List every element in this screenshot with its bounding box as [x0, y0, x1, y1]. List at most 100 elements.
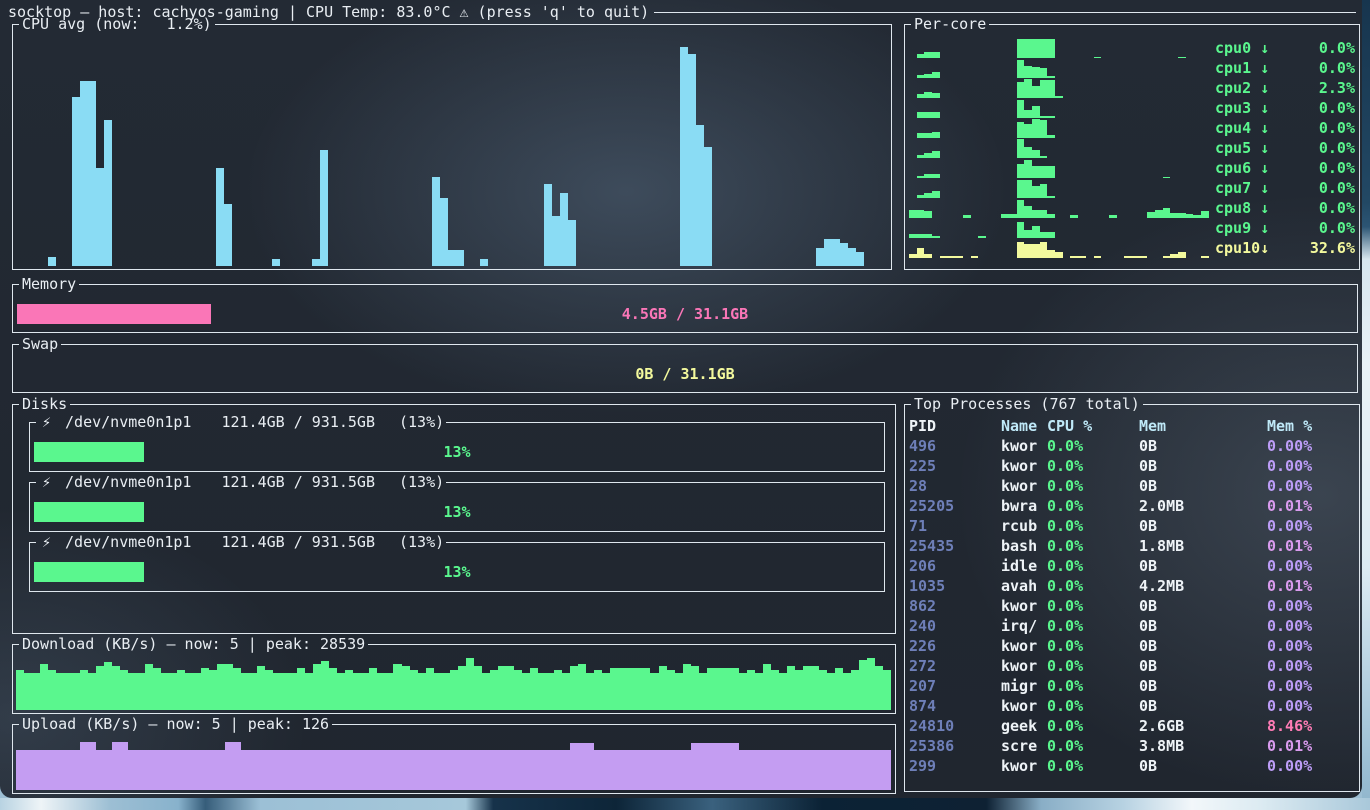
download-bar [482, 673, 490, 710]
download-bar [361, 673, 369, 710]
download-bar [699, 673, 707, 710]
core-label: cpu5 ↓0.0% [1209, 138, 1355, 158]
download-bar [875, 666, 883, 710]
core-history-bar [932, 191, 940, 198]
download-bar [353, 673, 361, 710]
upload-bar [811, 750, 819, 790]
core-name: cpu6 ↓ [1215, 158, 1269, 178]
upload-bar [337, 750, 345, 790]
process-pid: 226 [909, 636, 1001, 656]
cpu-history-bar [840, 243, 848, 266]
download-history-chart [16, 658, 892, 710]
core-history-bar [1017, 82, 1025, 98]
process-mem: 0B [1139, 676, 1267, 696]
disk-usage: 121.4GB / 931.5GB [221, 533, 375, 551]
upload-bar [522, 750, 530, 790]
core-name: cpu3 ↓ [1215, 98, 1269, 118]
disk-gauge-label: 13% [34, 562, 880, 582]
core-history-bar [1017, 100, 1025, 118]
core-history-bar [1040, 242, 1048, 258]
core-history-bar [1163, 256, 1171, 258]
upload-bar [120, 742, 128, 790]
upload-bar [329, 750, 337, 790]
process-row: 206idle0.0%0B0.00% [909, 556, 1355, 576]
download-bar [707, 668, 715, 710]
border-line [446, 542, 884, 543]
upload-bar [482, 750, 490, 790]
core-history-bar [1032, 67, 1040, 78]
upload-bar [442, 750, 450, 790]
download-bar [755, 673, 763, 710]
upload-panel-title-row: Upload (KB/s) — now: 5 | peak: 126 [13, 714, 895, 734]
upload-bar [626, 750, 634, 790]
process-name: geek [1001, 716, 1047, 736]
upload-bar [859, 750, 867, 790]
core-label: cpu6 ↓0.0% [1209, 158, 1355, 178]
core-history-bar [1017, 242, 1025, 258]
upload-bar [530, 750, 538, 790]
process-mem-pct: 0.00% [1267, 476, 1355, 496]
disk-usage-pct: (13%) [399, 533, 444, 551]
core-history-bar [1163, 208, 1171, 218]
download-bar [691, 666, 699, 710]
process-name: bwra [1001, 496, 1047, 516]
upload-bar [578, 743, 586, 790]
core-history-bar [1140, 256, 1148, 258]
upload-bar [48, 750, 56, 790]
upload-bar [321, 750, 329, 790]
download-bar [426, 668, 434, 710]
download-bar [48, 670, 56, 710]
core-history-chart [909, 218, 1209, 238]
per-core-title: Per-core [911, 15, 989, 33]
process-row: 1035avah0.0%4.2MB0.01% [909, 576, 1355, 596]
core-history-bar [1017, 39, 1025, 58]
download-bar [377, 673, 385, 710]
download-bar [369, 668, 377, 710]
core-history-bar [909, 210, 917, 218]
process-row: 225kwor0.0%0B0.00% [909, 456, 1355, 476]
upload-bar [450, 750, 458, 790]
terminal-window: socktop — host: cachyos-gaming | CPU Tem… [0, 0, 1362, 798]
core-history-bar [1024, 39, 1032, 58]
disk-usage-pct: (13%) [399, 473, 444, 491]
upload-bar [819, 750, 827, 790]
core-row: cpu6 ↓0.0% [909, 158, 1355, 178]
download-bar [835, 668, 843, 710]
download-bar [819, 670, 827, 710]
upload-bar [96, 750, 104, 790]
download-bar [442, 673, 450, 710]
disk-gauge: 13% [34, 442, 880, 462]
core-history-bar [1132, 256, 1140, 258]
process-mem: 1.8MB [1139, 536, 1267, 556]
cpu-history-bar [320, 150, 328, 266]
process-mem: 0B [1139, 436, 1267, 456]
core-row: cpu3 ↓0.0% [909, 98, 1355, 118]
download-bar [586, 673, 594, 710]
cpu-history-bar [704, 147, 712, 266]
disk-title-row: ⚡/dev/nvme0n1p1121.4GB / 931.5GB(13%) [30, 532, 884, 552]
upload-bar [787, 750, 795, 790]
upload-bar [771, 750, 779, 790]
upload-bar [136, 750, 144, 790]
process-name: kwor [1001, 756, 1047, 776]
process-cpu-pct: 0.0% [1047, 496, 1139, 516]
download-bar [193, 673, 201, 710]
disk-entry: ⚡/dev/nvme0n1p1121.4GB / 931.5GB(13%)13% [29, 422, 885, 472]
core-history-bar [1032, 210, 1040, 218]
download-bar [72, 673, 80, 710]
download-bar [683, 664, 691, 710]
process-name: scre [1001, 736, 1047, 756]
core-name: cpu9 ↓ [1215, 218, 1269, 238]
cpu-avg-panel: CPU avg (now: 1.2%) [12, 24, 892, 270]
download-bar [667, 670, 675, 710]
column-mem: Mem [1139, 416, 1267, 436]
download-bar [787, 666, 795, 710]
border-line [79, 284, 1357, 285]
process-name: kwor [1001, 476, 1047, 496]
border-line [61, 344, 1357, 345]
upload-bar [225, 742, 233, 790]
column-pid: PID [909, 416, 1001, 436]
core-usage-value: 0.0% [1319, 118, 1355, 138]
core-history-bar [1170, 254, 1178, 258]
process-row: 496kwor0.0%0B0.00% [909, 436, 1355, 456]
